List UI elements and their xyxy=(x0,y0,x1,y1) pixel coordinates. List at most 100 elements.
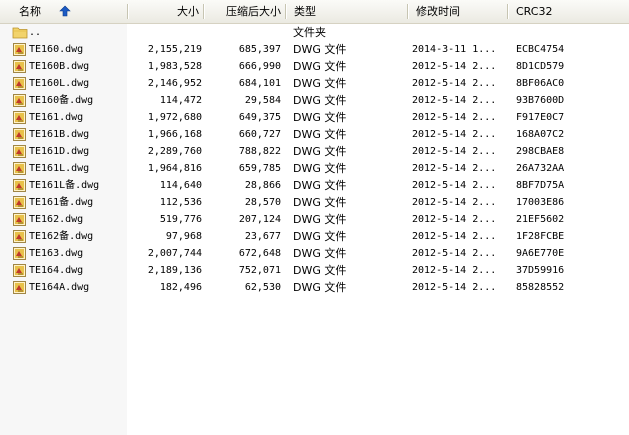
dwg-file-icon xyxy=(12,127,28,142)
file-size: 1,983,528 xyxy=(147,61,202,72)
file-size: 97,968 xyxy=(165,231,202,242)
file-modified: 2012-5-14 2... xyxy=(412,180,497,191)
file-compressed-size: 29,584 xyxy=(244,95,281,106)
file-crc: 8D1CD579 xyxy=(516,61,565,72)
file-compressed-size: 28,570 xyxy=(244,197,281,208)
file-name: TE160备.dwg xyxy=(29,95,94,106)
file-size: 1,972,680 xyxy=(147,112,202,123)
file-modified: 2012-5-14 2... xyxy=(412,78,497,89)
file-row[interactable]: TE161D.dwg 2,289,760 788,822 DWG 文件 2012-5-1… xyxy=(0,143,629,160)
file-crc: 37D59916 xyxy=(516,265,565,276)
column-header-name[interactable]: 名称 xyxy=(0,0,128,23)
file-crc: 85828552 xyxy=(516,282,565,293)
file-type: DWG 文件 xyxy=(293,94,347,107)
file-row[interactable]: TE161L.dwg 1,964,816 659,785 DWG 文件 2012-5-1… xyxy=(0,160,629,177)
file-rows: .. 文件夹 TE160.dwg 2,155,219 685,397 DWG 文件 20… xyxy=(0,24,629,296)
file-type: DWG 文件 xyxy=(293,77,347,90)
dwg-file-icon xyxy=(12,212,28,227)
dwg-file-icon xyxy=(12,246,28,261)
file-row[interactable]: TE160B.dwg 1,983,528 666,990 DWG 文件 2012-5-1… xyxy=(0,58,629,75)
file-crc: 8BF7D75A xyxy=(516,180,565,191)
file-row[interactable]: TE162.dwg 519,776 207,124 DWG 文件 2012-5-14 2… xyxy=(0,211,629,228)
file-crc: 17003E86 xyxy=(516,197,565,208)
file-row[interactable]: TE160.dwg 2,155,219 685,397 DWG 文件 2014-3-11… xyxy=(0,41,629,58)
file-name: TE161B.dwg xyxy=(29,129,90,140)
file-modified: 2012-5-14 2... xyxy=(412,163,497,174)
file-name: TE161L备.dwg xyxy=(29,180,100,191)
file-row[interactable]: TE163.dwg 2,007,744 672,648 DWG 文件 2012-5-14… xyxy=(0,245,629,262)
file-crc: 21EF5602 xyxy=(516,214,565,225)
file-row[interactable]: TE161B.dwg 1,966,168 660,727 DWG 文件 2012-5-1… xyxy=(0,126,629,143)
file-row[interactable]: TE162备.dwg 97,968 23,677 DWG 文件 2012-5-14 2.… xyxy=(0,228,629,245)
file-modified: 2012-5-14 2... xyxy=(412,129,497,140)
file-compressed-size: 788,822 xyxy=(238,146,281,157)
file-crc: 1F28FCBE xyxy=(516,231,565,242)
column-header-compressed-size[interactable]: 压缩后大小 xyxy=(204,0,286,23)
file-name: TE161备.dwg xyxy=(29,197,94,208)
file-compressed-size: 752,071 xyxy=(238,265,281,276)
file-type: DWG 文件 xyxy=(293,111,347,124)
file-type: DWG 文件 xyxy=(293,230,347,243)
parent-folder-type: 文件夹 xyxy=(293,26,326,39)
file-type: DWG 文件 xyxy=(293,43,347,56)
column-header-name-label: 名称 xyxy=(19,5,41,18)
file-row[interactable]: TE160备.dwg 114,472 29,584 DWG 文件 2012-5-14 2… xyxy=(0,92,629,109)
file-compressed-size: 684,101 xyxy=(238,78,281,89)
file-name-cell: TE162.dwg xyxy=(12,211,128,228)
file-type: DWG 文件 xyxy=(293,281,347,294)
column-header-modified[interactable]: 修改时间 xyxy=(408,0,508,23)
file-type: DWG 文件 xyxy=(293,247,347,260)
file-modified: 2012-5-14 2... xyxy=(412,265,497,276)
file-modified: 2012-5-14 2... xyxy=(412,282,497,293)
file-row[interactable]: TE160L.dwg 2,146,952 684,101 DWG 文件 2012-5-1… xyxy=(0,75,629,92)
column-header-compressed-size-label: 压缩后大小 xyxy=(226,5,281,18)
file-row[interactable]: TE164.dwg 2,189,136 752,071 DWG 文件 2012-5-14… xyxy=(0,262,629,279)
file-size: 1,964,816 xyxy=(147,163,202,174)
parent-folder-name-cell: .. xyxy=(12,24,128,41)
file-type: DWG 文件 xyxy=(293,213,347,226)
dwg-file-icon xyxy=(12,280,28,295)
file-size: 1,966,168 xyxy=(147,129,202,140)
file-type: DWG 文件 xyxy=(293,196,347,209)
file-size: 2,146,952 xyxy=(147,78,202,89)
file-name: TE162.dwg xyxy=(29,214,84,225)
file-name: TE164A.dwg xyxy=(29,282,90,293)
parent-folder-row[interactable]: .. 文件夹 xyxy=(0,24,629,41)
file-compressed-size: 23,677 xyxy=(244,231,281,242)
column-header-type[interactable]: 类型 xyxy=(286,0,408,23)
column-header-size[interactable]: 大小 xyxy=(128,0,204,23)
file-row[interactable]: TE161备.dwg 112,536 28,570 DWG 文件 2012-5-14 2… xyxy=(0,194,629,211)
file-compressed-size: 649,375 xyxy=(238,112,281,123)
file-row[interactable]: TE164A.dwg 182,496 62,530 DWG 文件 2012-5-14 2… xyxy=(0,279,629,296)
file-row[interactable]: TE161L备.dwg 114,640 28,866 DWG 文件 2012-5-14 … xyxy=(0,177,629,194)
file-size: 2,189,136 xyxy=(147,265,202,276)
file-name-cell: TE161备.dwg xyxy=(12,194,128,211)
file-list-view[interactable]: 名称 大小 压缩后大小 类型 修改时间 CRC32 .. 文件夹 TE160.d… xyxy=(0,0,629,435)
file-compressed-size: 659,785 xyxy=(238,163,281,174)
file-name-cell: TE161L备.dwg xyxy=(12,177,128,194)
file-compressed-size: 666,990 xyxy=(238,61,281,72)
file-type: DWG 文件 xyxy=(293,179,347,192)
file-compressed-size: 28,866 xyxy=(244,180,281,191)
file-modified: 2012-5-14 2... xyxy=(412,112,497,123)
file-name-cell: TE162备.dwg xyxy=(12,228,128,245)
file-name: TE160.dwg xyxy=(29,44,84,55)
file-name: TE161D.dwg xyxy=(29,146,90,157)
file-name-cell: TE160L.dwg xyxy=(12,75,128,92)
file-modified: 2012-5-14 2... xyxy=(412,214,497,225)
file-row[interactable]: TE161.dwg 1,972,680 649,375 DWG 文件 2012-5-14… xyxy=(0,109,629,126)
column-header-crc[interactable]: CRC32 xyxy=(508,0,629,23)
file-crc: 93B7600D xyxy=(516,95,565,106)
column-header-crc-label: CRC32 xyxy=(516,5,553,18)
file-modified: 2012-5-14 2... xyxy=(412,231,497,242)
file-crc: ECBC4754 xyxy=(516,44,565,55)
file-size: 519,776 xyxy=(159,214,202,225)
file-size: 112,536 xyxy=(159,197,202,208)
file-compressed-size: 660,727 xyxy=(238,129,281,140)
file-name-cell: TE160B.dwg xyxy=(12,58,128,75)
dwg-file-icon xyxy=(12,144,28,159)
file-compressed-size: 685,397 xyxy=(238,44,281,55)
file-name: TE160B.dwg xyxy=(29,61,90,72)
file-type: DWG 文件 xyxy=(293,162,347,175)
file-name: TE161L.dwg xyxy=(29,163,90,174)
